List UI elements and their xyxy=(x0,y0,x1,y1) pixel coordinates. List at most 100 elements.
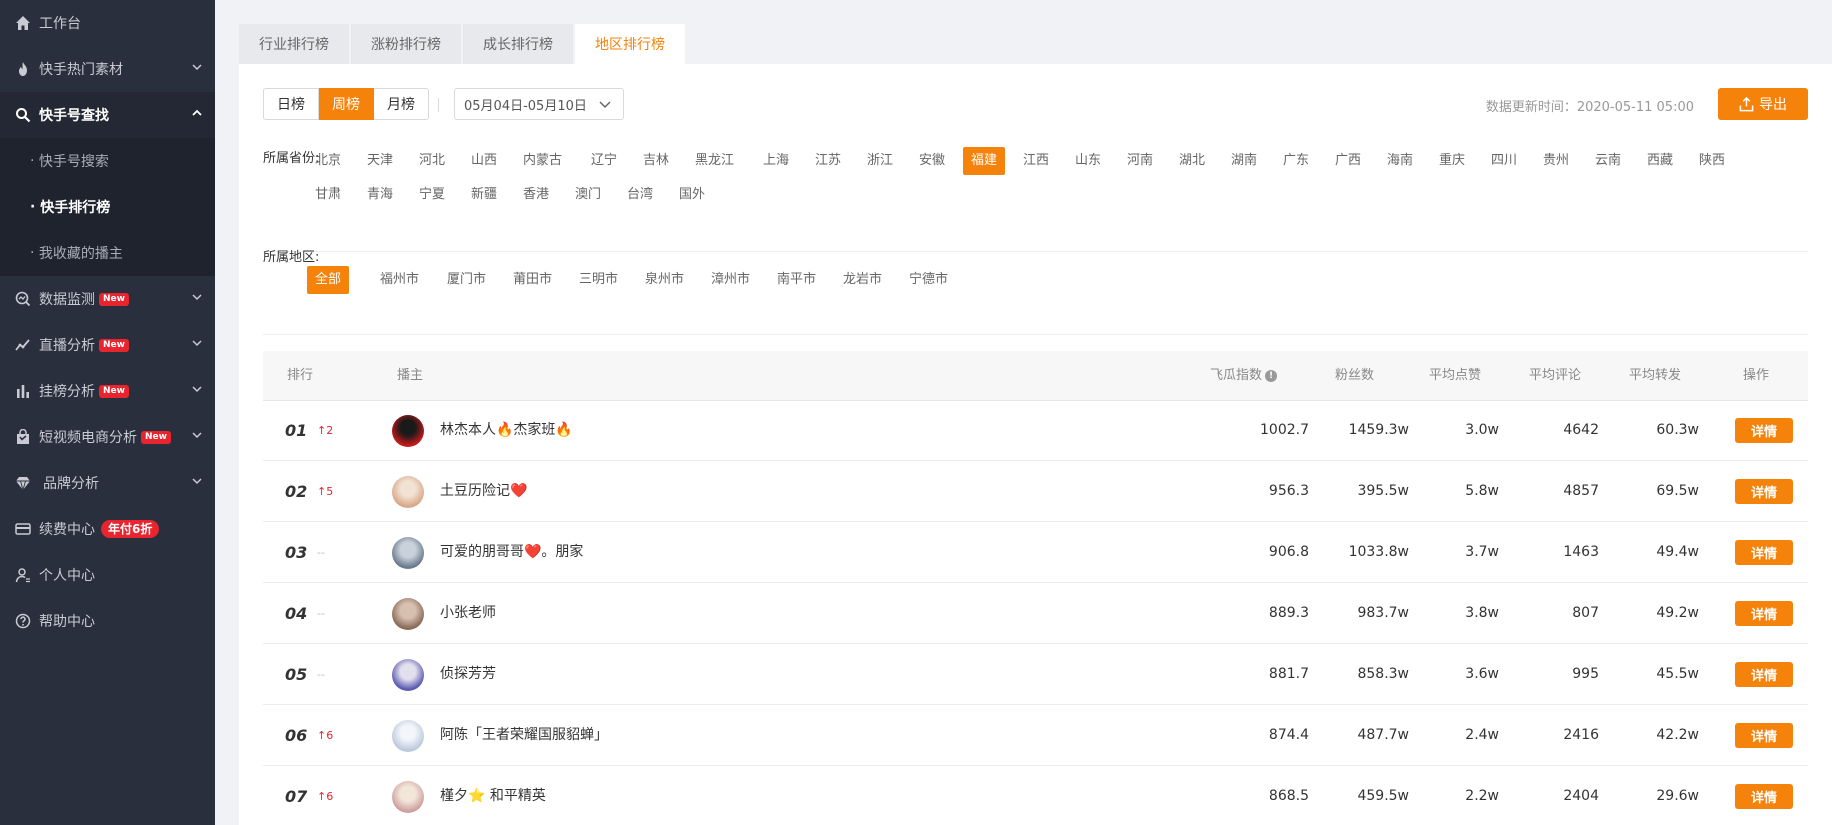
province-chip[interactable]: 浙江 xyxy=(859,147,901,175)
region-chip[interactable]: 福州市 xyxy=(372,266,427,294)
detail-button[interactable]: 详情 xyxy=(1735,479,1793,504)
period-week-button[interactable]: 周榜 xyxy=(319,88,374,120)
comments-value: 1463 xyxy=(1563,544,1599,560)
host-name[interactable]: 土豆历险记❤️ xyxy=(440,461,527,522)
nav-label: 数据监测 xyxy=(39,292,95,308)
province-chip[interactable]: 云南 xyxy=(1587,147,1629,175)
main-content: 行业排行榜 涨粉排行榜 成长排行榜 地区排行榜 日榜 周榜 月榜 05月04日-… xyxy=(239,0,1832,825)
nav-hot-materials[interactable]: 快手热门素材 xyxy=(0,46,215,92)
host-name[interactable]: 可爱的朋哥哥❤️。朋家 xyxy=(440,522,583,583)
province-chip[interactable]: 上海 xyxy=(755,147,797,175)
date-range-select[interactable]: 05月04日-05月10日 xyxy=(454,88,624,120)
likes-value: 3.0w xyxy=(1465,422,1499,438)
nav-renewal-center[interactable]: 续费中心 年付6折 xyxy=(0,506,215,552)
region-chip[interactable]: 南平市 xyxy=(769,266,824,294)
province-chip[interactable]: 国外 xyxy=(671,181,713,209)
province-chip[interactable]: 广西 xyxy=(1327,147,1369,175)
region-chip[interactable]: 漳州市 xyxy=(703,266,758,294)
province-chip[interactable]: 天津 xyxy=(359,147,401,175)
info-icon[interactable]: ! xyxy=(1265,369,1278,382)
nav-label: 挂榜分析 xyxy=(39,384,95,400)
province-chip[interactable]: 海南 xyxy=(1379,147,1421,175)
detail-button[interactable]: 详情 xyxy=(1735,784,1793,809)
tab-growth[interactable]: 成长排行榜 xyxy=(463,24,573,64)
province-chip[interactable]: 香港 xyxy=(515,181,557,209)
region-chip[interactable]: 三明市 xyxy=(571,266,626,294)
comments-value: 4642 xyxy=(1563,422,1599,438)
nav-sub-account-search[interactable]: · 快手号搜索 xyxy=(0,138,215,184)
province-chip[interactable]: 西藏 xyxy=(1639,147,1681,175)
region-chip[interactable]: 全部 xyxy=(307,266,350,294)
province-chip[interactable]: 安徽 xyxy=(911,147,953,175)
province-chip[interactable]: 新疆 xyxy=(463,181,505,209)
province-chip[interactable]: 福建 xyxy=(963,147,1006,175)
host-name[interactable]: 阿陈「王者荣耀国服貂蝉」 xyxy=(440,705,608,766)
province-chip[interactable]: 宁夏 xyxy=(411,181,453,209)
province-chip[interactable]: 台湾 xyxy=(619,181,661,209)
home-icon xyxy=(14,14,32,32)
detail-button[interactable]: 详情 xyxy=(1735,418,1793,443)
detail-button[interactable]: 详情 xyxy=(1735,723,1793,748)
nav-account-finder[interactable]: 快手号查找 xyxy=(0,92,215,138)
tab-industry[interactable]: 行业排行榜 xyxy=(239,24,349,64)
avatar[interactable] xyxy=(392,415,424,447)
tab-fans-growth[interactable]: 涨粉排行榜 xyxy=(351,24,461,64)
region-chip[interactable]: 龙岩市 xyxy=(835,266,890,294)
new-badge: New xyxy=(99,292,129,306)
avatar[interactable] xyxy=(392,537,424,569)
province-chip[interactable]: 河北 xyxy=(411,147,453,175)
avatar[interactable] xyxy=(392,659,424,691)
province-chip[interactable]: 吉林 xyxy=(635,147,677,175)
nav-help-center[interactable]: 帮助中心 xyxy=(0,598,215,644)
province-chip[interactable]: 江苏 xyxy=(807,147,849,175)
province-chip[interactable]: 广东 xyxy=(1275,147,1317,175)
host-name[interactable]: 林杰本人🔥杰家班🔥 xyxy=(440,400,573,461)
province-chip[interactable]: 河南 xyxy=(1119,147,1161,175)
province-chip[interactable]: 湖南 xyxy=(1223,147,1265,175)
detail-button[interactable]: 详情 xyxy=(1735,540,1793,565)
nav-sub-ranking[interactable]: · 快手排行榜 xyxy=(0,184,215,230)
avatar[interactable] xyxy=(392,720,424,752)
province-chip[interactable]: 重庆 xyxy=(1431,147,1473,175)
nav-data-monitor[interactable]: 数据监测 New xyxy=(0,276,215,322)
nav-brand-analysis[interactable]: 品牌分析 xyxy=(0,460,215,506)
province-chip[interactable]: 山西 xyxy=(463,147,505,175)
province-chip[interactable]: 青海 xyxy=(359,181,401,209)
nav-sub-favorites[interactable]: · 我收藏的播主 xyxy=(0,230,215,276)
nav-ecommerce-analysis[interactable]: 短视频电商分析 New xyxy=(0,414,215,460)
tab-region[interactable]: 地区排行榜 xyxy=(575,24,685,64)
shopping-bag-icon xyxy=(14,428,32,446)
province-chip[interactable]: 江西 xyxy=(1015,147,1057,175)
avatar[interactable] xyxy=(392,598,424,630)
province-chip[interactable]: 湖北 xyxy=(1171,147,1213,175)
province-chip[interactable]: 黑龙江 xyxy=(687,147,742,175)
province-chip[interactable]: 甘肃 xyxy=(307,181,349,209)
avatar[interactable] xyxy=(392,781,424,813)
region-chip[interactable]: 莆田市 xyxy=(505,266,560,294)
region-chip[interactable]: 宁德市 xyxy=(901,266,956,294)
divider xyxy=(263,334,1808,335)
nav-personal-center[interactable]: 个人中心 xyxy=(0,552,215,598)
detail-button[interactable]: 详情 xyxy=(1735,601,1793,626)
host-name[interactable]: 侦探芳芳 xyxy=(440,644,496,705)
province-chip[interactable]: 内蒙古 xyxy=(515,147,570,175)
period-day-button[interactable]: 日榜 xyxy=(263,88,319,120)
period-month-button[interactable]: 月榜 xyxy=(374,88,429,120)
region-chip[interactable]: 泉州市 xyxy=(637,266,692,294)
detail-button[interactable]: 详情 xyxy=(1735,662,1793,687)
province-chip[interactable]: 山东 xyxy=(1067,147,1109,175)
province-chip[interactable]: 贵州 xyxy=(1535,147,1577,175)
nav-list-analysis[interactable]: 挂榜分析 New xyxy=(0,368,215,414)
host-name[interactable]: 小张老师 xyxy=(440,583,496,644)
host-name[interactable]: 槿夕⭐ 和平精英 xyxy=(440,766,546,825)
province-chip[interactable]: 四川 xyxy=(1483,147,1525,175)
province-chip[interactable]: 辽宁 xyxy=(583,147,625,175)
nav-live-analysis[interactable]: 直播分析 New xyxy=(0,322,215,368)
province-chip[interactable]: 陕西 xyxy=(1691,147,1733,175)
avatar[interactable] xyxy=(392,476,424,508)
export-button[interactable]: 导出 xyxy=(1718,88,1808,120)
nav-workbench[interactable]: 工作台 xyxy=(0,0,215,46)
province-chip[interactable]: 澳门 xyxy=(567,181,609,209)
region-chip[interactable]: 厦门市 xyxy=(439,266,494,294)
province-chip[interactable]: 北京 xyxy=(307,147,349,175)
